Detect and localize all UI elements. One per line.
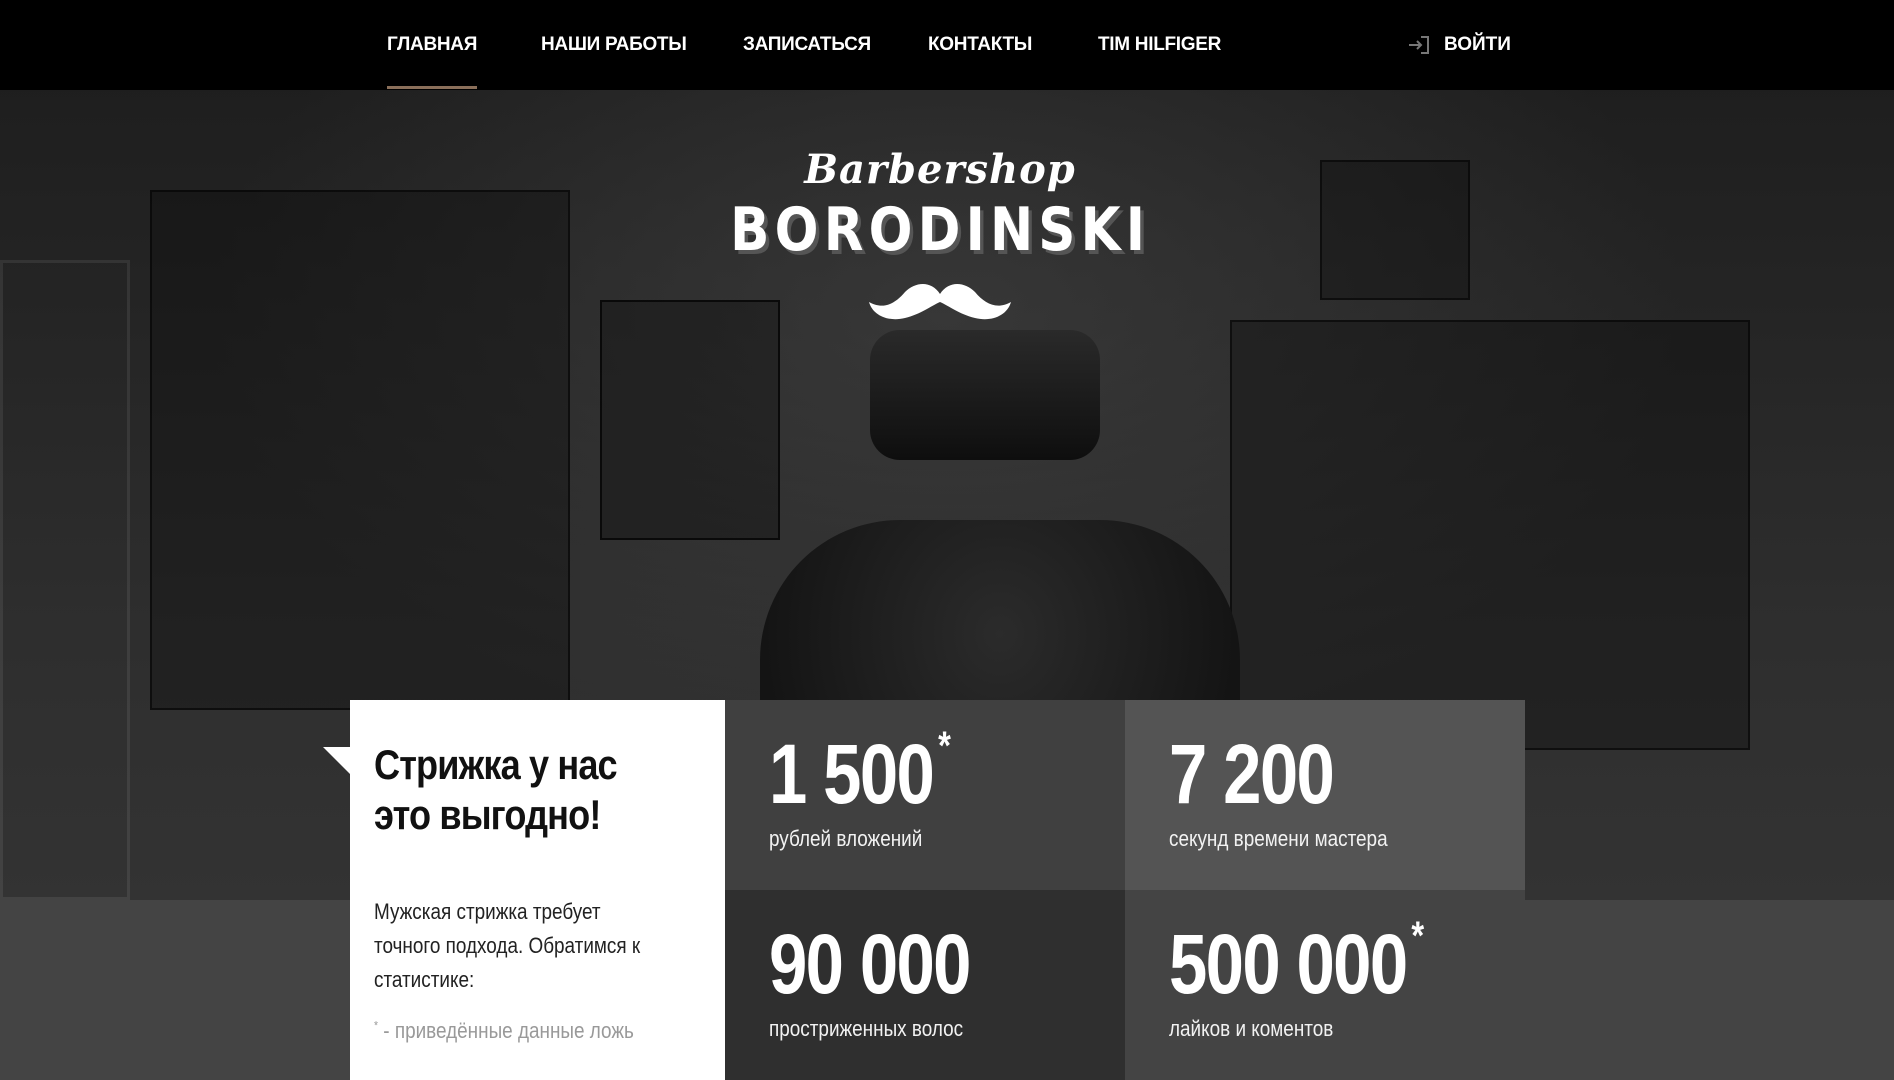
- stat-value: 500 000 *: [1169, 916, 1424, 1006]
- login-label: ВОЙТИ: [1444, 34, 1511, 55]
- stat-number: 500 000: [1169, 917, 1408, 1011]
- promo-disclaimer-text: - приведённые данные ложь: [378, 1018, 634, 1043]
- stat-tile-investment: 1 500 * рублей вложений: [725, 700, 1125, 890]
- login-button[interactable]: ВОЙТИ: [1408, 34, 1511, 56]
- promo-disclaimer: * - приведённые данные ложь: [374, 1018, 634, 1044]
- nav-item-tim-hilfiger[interactable]: TIM HILFIGER: [1098, 34, 1221, 56]
- hero-wall-panel: [0, 260, 130, 900]
- stat-value: 7 200: [1169, 732, 1338, 816]
- nav-item-home[interactable]: ГЛАВНАЯ: [387, 34, 477, 89]
- stat-number: 7 200: [1169, 727, 1335, 821]
- logo-script-text: Barbershop: [804, 146, 1076, 193]
- stat-label: простриженных волос: [769, 1016, 964, 1041]
- stat-label: рублей вложений: [769, 826, 923, 851]
- brand-logo: Barbershop BORODINSKI: [671, 146, 1209, 360]
- stat-tile-master-time: 7 200 секунд времени мастера: [1125, 700, 1525, 890]
- stat-number: 1 500: [769, 727, 935, 821]
- stat-label: секунд времени мастера: [1169, 826, 1388, 851]
- stat-asterisk: *: [938, 724, 951, 768]
- mustache-icon: [865, 276, 1015, 326]
- promo-card: Стрижка у нас это выгодно! Мужская стриж…: [323, 700, 725, 1080]
- promo-text: Мужская стрижка требует точного подхода.…: [374, 899, 641, 992]
- stat-asterisk: *: [1411, 914, 1424, 958]
- stat-label: лайков и коментов: [1169, 1016, 1334, 1041]
- hero-picture-frame: [1320, 160, 1470, 300]
- hero-cabinet-right: [1230, 320, 1750, 750]
- nav-item-sign-up[interactable]: ЗАПИСАТЬСЯ: [743, 34, 871, 56]
- nav-item-our-works[interactable]: НАШИ РАБОТЫ: [541, 34, 687, 56]
- nav-item-contacts[interactable]: КОНТАКТЫ: [928, 34, 1032, 56]
- stat-tile-hairs: 90 000 простриженных волос: [725, 890, 1125, 1080]
- login-icon: [1408, 35, 1430, 55]
- hero-cabinet-left: [150, 190, 570, 710]
- stat-number: 90 000: [769, 917, 971, 1011]
- stat-value: 90 000: [769, 922, 975, 1006]
- logo-name: BORODINSKI: [730, 195, 1150, 265]
- logo-name-row: BORODINSKI: [671, 195, 1209, 265]
- stat-value: 1 500 *: [769, 726, 951, 816]
- top-navigation: ГЛАВНАЯ НАШИ РАБОТЫ ЗАПИСАТЬСЯ КОНТАКТЫ …: [0, 0, 1894, 90]
- promo-title: Стрижка у нас это выгодно!: [374, 741, 618, 838]
- stat-tile-likes: 500 000 * лайков и коментов: [1125, 890, 1525, 1080]
